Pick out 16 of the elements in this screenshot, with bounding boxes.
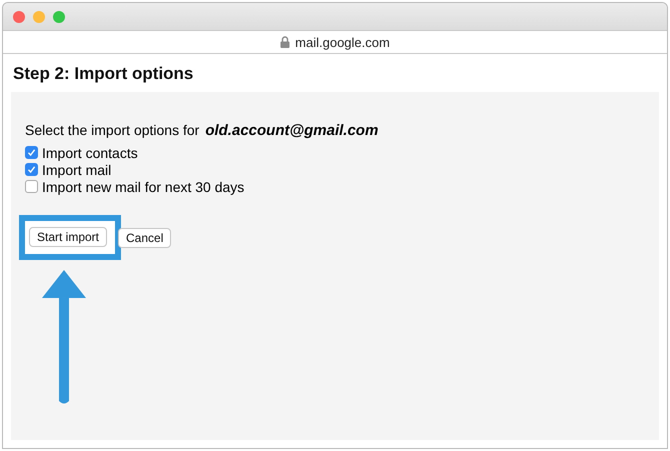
account-email: old.account@gmail.com <box>205 122 378 139</box>
close-button[interactable] <box>13 10 25 22</box>
page-heading: Step 2: Import options <box>13 64 194 84</box>
zoom-button[interactable] <box>53 10 65 22</box>
checkbox-label[interactable]: Import contacts <box>42 144 138 160</box>
checkbox[interactable] <box>25 146 38 159</box>
checkbox[interactable] <box>25 163 38 176</box>
up-arrow-icon <box>40 268 88 406</box>
checkbox[interactable] <box>25 180 38 193</box>
checkbox-label[interactable]: Import new mail for next 30 days <box>42 178 244 194</box>
prompt-text: Select the import options for <box>25 122 200 138</box>
start-import-button[interactable]: Start import <box>29 227 108 247</box>
minimize-button[interactable] <box>33 10 45 22</box>
checkbox-label[interactable]: Import mail <box>42 162 112 178</box>
url-text[interactable]: mail.google.com <box>295 34 390 50</box>
cancel-button[interactable]: Cancel <box>118 228 172 248</box>
